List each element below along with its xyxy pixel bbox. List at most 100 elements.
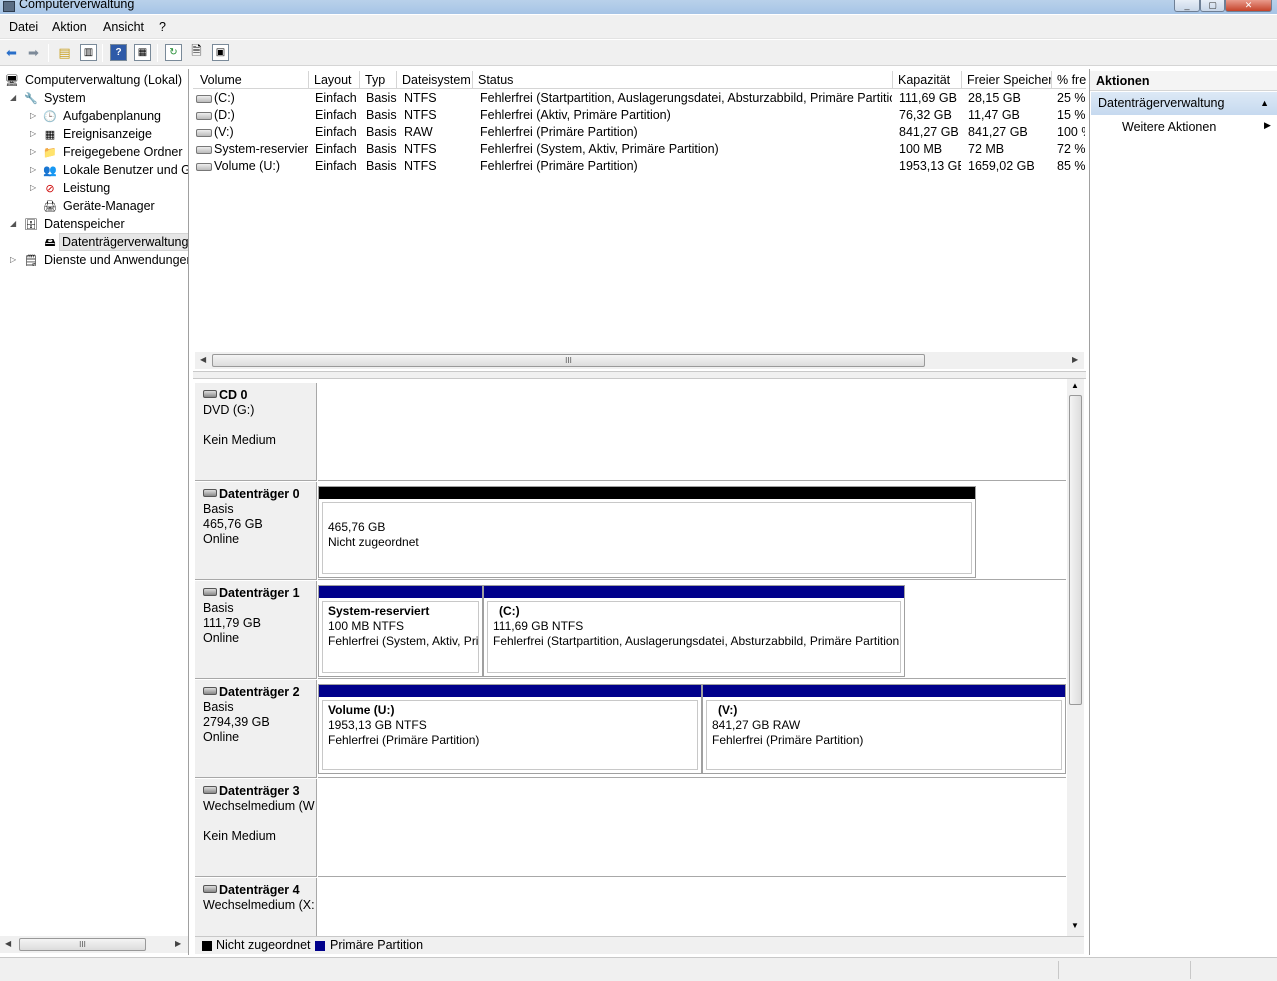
legend-swatch-unallocated xyxy=(202,941,212,951)
volume-layout: Einfach xyxy=(315,125,357,139)
column-header-layout[interactable]: Layout xyxy=(309,71,360,89)
column-header-kapazitaet[interactable]: Kapazität xyxy=(893,71,962,89)
volume-capacity: 111,69 GB xyxy=(899,91,957,105)
menu-aktion[interactable]: Aktion xyxy=(52,20,87,34)
volume-list-horizontal-scrollbar[interactable]: ◀ III ▶ xyxy=(195,352,1084,369)
disk-list-vertical-scrollbar[interactable]: ▲ ▼ xyxy=(1067,379,1084,936)
disk-name: Datenträger 3 xyxy=(219,784,300,798)
volume-row[interactable]: (C:) Einfach Basis NTFS Fehlerfrei (Star… xyxy=(193,90,1086,107)
properties-icon[interactable]: 🗎 xyxy=(188,43,205,61)
partition-c[interactable]: (C:) 111,69 GB NTFS Fehlerfrei (Startpar… xyxy=(483,585,905,677)
expand-arrow-icon[interactable]: ▷ xyxy=(10,251,20,269)
scroll-down-arrow-icon[interactable]: ▼ xyxy=(1071,921,1079,930)
scroll-up-arrow-icon[interactable]: ▲ xyxy=(1071,381,1079,390)
collapse-arrow-icon[interactable]: ◢ xyxy=(10,89,20,107)
properties-pane-icon[interactable]: ▦ xyxy=(134,44,151,61)
volume-free-space: 72 MB xyxy=(968,142,1005,156)
submenu-arrow-icon[interactable]: ▶ xyxy=(1264,120,1271,131)
status-bar xyxy=(0,957,1277,981)
disk-size: 111,79 GB xyxy=(203,616,261,630)
partition-system-reserviert[interactable]: System-reserviert 100 MB NTFS Fehlerfrei… xyxy=(318,585,483,677)
up-folder-icon[interactable]: ▤ xyxy=(56,44,73,61)
close-button[interactable]: ✕ xyxy=(1225,0,1272,12)
pane-splitter[interactable] xyxy=(193,371,1086,379)
partition-v[interactable]: (V:) 841,27 GB RAW Fehlerfrei (Primäre P… xyxy=(702,684,1066,774)
partition-color-bar xyxy=(703,685,1065,697)
action-weitere-aktionen[interactable]: Weitere Aktionen xyxy=(1122,120,1216,134)
tree-item-label: Lokale Benutzer und Gr xyxy=(63,163,189,177)
column-header-freier-speicher[interactable]: Freier Speicher xyxy=(962,71,1052,89)
volume-row[interactable]: (D:) Einfach Basis NTFS Fehlerfrei (Akti… xyxy=(193,107,1086,124)
expand-arrow-icon[interactable]: ▷ xyxy=(30,179,40,197)
volume-free-space: 841,27 GB xyxy=(968,125,1028,139)
scroll-left-arrow-icon[interactable]: ◀ xyxy=(200,355,206,364)
menu-ansicht[interactable]: Ansicht xyxy=(103,20,144,34)
disk-name: Datenträger 4 xyxy=(219,883,300,897)
volume-status: Fehlerfrei (Startpartition, Auslagerungs… xyxy=(480,91,892,105)
partition-name: (C:) xyxy=(499,604,520,618)
disk-type: Wechselmedium (W xyxy=(203,799,315,813)
column-header-volume[interactable]: Volume xyxy=(195,71,309,89)
expand-arrow-icon[interactable]: ▷ xyxy=(30,125,40,143)
partition-volume-u[interactable]: Volume (U:) 1953,13 GB NTFS Fehlerfrei (… xyxy=(318,684,702,774)
disk-label-datentraeger-1[interactable]: Datenträger 1 Basis 111,79 GB Online xyxy=(195,581,317,679)
tree-item-label: Datenspeicher xyxy=(44,217,125,231)
legend-label: Primäre Partition xyxy=(330,938,424,952)
volume-status: Fehlerfrei (Aktiv, Primäre Partition) xyxy=(480,108,671,122)
forward-arrow-icon[interactable]: ➡ xyxy=(25,44,42,61)
refresh-icon[interactable]: ↻ xyxy=(165,44,182,61)
volume-filesystem: NTFS xyxy=(404,159,437,173)
volume-row[interactable]: System-reserviert Einfach Basis NTFS Feh… xyxy=(193,141,1086,158)
drive-icon xyxy=(196,94,212,103)
scrollbar-thumb[interactable] xyxy=(1069,395,1082,705)
volume-status: Fehlerfrei (System, Aktiv, Primäre Parti… xyxy=(480,142,719,156)
column-header-dateisystem[interactable]: Dateisystem xyxy=(397,71,473,89)
disk-status: Kein Medium xyxy=(203,829,276,843)
volume-row[interactable]: (V:) Einfach Basis RAW Fehlerfrei (Primä… xyxy=(193,124,1086,141)
show-hide-console-tree-icon[interactable]: ▥ xyxy=(80,44,97,61)
scroll-right-arrow-icon[interactable]: ▶ xyxy=(175,939,181,948)
partition-unallocated[interactable]: 465,76 GB Nicht zugeordnet xyxy=(318,486,976,578)
actions-section-label: Datenträgerverwaltung xyxy=(1098,96,1225,110)
scroll-left-arrow-icon[interactable]: ◀ xyxy=(5,939,11,948)
back-arrow-icon[interactable]: ⬅ xyxy=(3,44,20,61)
partition-name: System-reserviert xyxy=(328,604,430,618)
collapse-up-icon[interactable]: ▲ xyxy=(1260,92,1269,115)
scrollbar-thumb[interactable]: III xyxy=(212,354,925,367)
column-header-percent-free[interactable]: % fre xyxy=(1052,71,1086,89)
action-label: Weitere Aktionen xyxy=(1122,120,1217,134)
expand-arrow-icon[interactable]: ▷ xyxy=(30,143,40,161)
disk-info-line: DVD (G:) xyxy=(203,403,255,417)
menu-help[interactable]: ? xyxy=(159,20,166,34)
disk-status: Online xyxy=(203,532,240,546)
disk-label-datentraeger-4[interactable]: Datenträger 4 Wechselmedium (X: xyxy=(195,878,317,936)
expand-arrow-icon[interactable]: ▷ xyxy=(30,107,40,125)
volume-free-space: 11,47 GB xyxy=(968,108,1020,122)
collapse-arrow-icon[interactable]: ◢ xyxy=(10,215,20,233)
scroll-right-arrow-icon[interactable]: ▶ xyxy=(1072,355,1078,364)
disk-label-datentraeger-0[interactable]: Datenträger 0 Basis 465,76 GB Online xyxy=(195,482,317,580)
volume-list-header: Volume Layout Typ Dateisystem Status Kap… xyxy=(193,71,1086,89)
minimize-button[interactable]: _ xyxy=(1174,0,1200,12)
disk-settings-icon[interactable]: ▣ xyxy=(212,44,229,61)
column-header-status[interactable]: Status xyxy=(473,71,893,89)
column-header-typ[interactable]: Typ xyxy=(360,71,397,89)
console-tree: 🖥 Computerverwaltung (Lokal) ◢ 🔧 System … xyxy=(0,69,189,955)
disk-label-datentraeger-2[interactable]: Datenträger 2 Basis 2794,39 GB Online xyxy=(195,680,317,778)
volume-row[interactable]: Volume (U:) Einfach Basis NTFS Fehlerfre… xyxy=(193,158,1086,175)
partition-name: Volume (U:) xyxy=(328,703,395,717)
expand-arrow-icon[interactable]: ▷ xyxy=(30,161,40,179)
status-bar-divider xyxy=(1190,961,1191,979)
help-icon[interactable]: ? xyxy=(110,44,127,61)
maximize-button[interactable]: ▢ xyxy=(1200,0,1225,12)
tree-horizontal-scrollbar[interactable]: ◀ III ▶ xyxy=(0,936,188,953)
actions-section-datentraegerverwaltung[interactable]: Datenträgerverwaltung ▲ xyxy=(1091,92,1277,115)
disk-label-cd0[interactable]: CD 0 DVD (G:) Kein Medium xyxy=(195,383,317,481)
drive-icon xyxy=(196,128,212,137)
menu-datei[interactable]: Datei xyxy=(9,20,38,34)
tree-item-label: Leistung xyxy=(63,181,111,195)
removable-drive-icon xyxy=(203,885,217,893)
scrollbar-thumb[interactable]: III xyxy=(19,938,146,951)
tree-item-label: Freigegebene Ordner xyxy=(63,145,183,159)
disk-label-datentraeger-3[interactable]: Datenträger 3 Wechselmedium (W Kein Medi… xyxy=(195,779,317,877)
